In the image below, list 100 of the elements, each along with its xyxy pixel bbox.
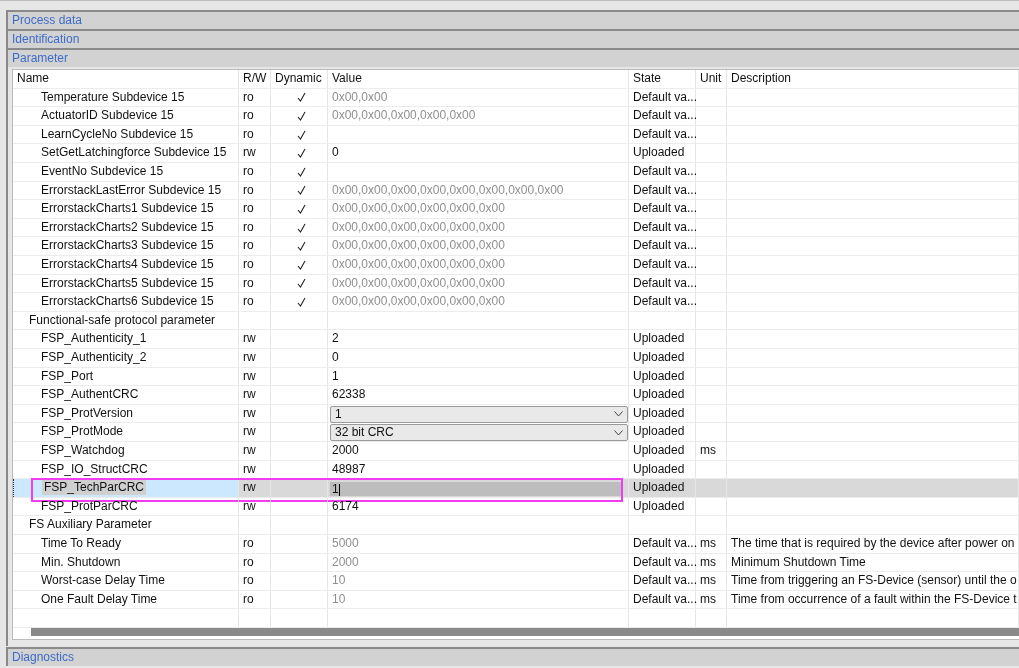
unit-cell: ms [696, 535, 727, 553]
state-cell: Uploaded [629, 423, 696, 443]
value-cell: 6174 [328, 497, 629, 516]
parameter-name: FSP_Watchdog [41, 443, 125, 457]
group-label: Functional-safe protocol parameter [13, 311, 239, 330]
unit-cell: ms [696, 553, 727, 572]
column-header[interactable]: State [629, 70, 696, 88]
column-header[interactable]: Unit [696, 70, 727, 88]
access-cell: rw [239, 144, 271, 162]
state-cell: Default va... [629, 237, 696, 255]
chevron-down-icon [614, 429, 623, 436]
state-cell: Default va... [629, 88, 696, 107]
state-cell: Default va... [629, 572, 696, 590]
parameter-name: ErrorstackCharts2 Subdevice 15 [41, 219, 214, 234]
column-header[interactable]: Name [13, 70, 239, 88]
unit-cell: ms [696, 590, 727, 609]
state-cell: Default va... [629, 255, 696, 274]
parameter-name: FSP_ProtParCRC [41, 498, 138, 513]
state-cell: Default va... [629, 218, 696, 237]
access-cell: rw [239, 367, 271, 386]
value-cell: 0 [328, 348, 629, 367]
access-cell: ro [239, 200, 271, 218]
access-cell: ro [239, 88, 271, 107]
state-cell: Default va... [629, 200, 696, 218]
parameter-name: Temperature Subdevice 15 [41, 89, 185, 104]
parameter-name: FSP_Authenticity_2 [41, 349, 147, 364]
parameter-name: Worst-case Delay Time [41, 573, 165, 588]
state-cell: Uploaded [629, 386, 696, 404]
access-cell: ro [239, 125, 271, 144]
access-cell: rw [239, 442, 271, 460]
value-input-field[interactable]: 1 [330, 482, 622, 497]
value-cell: 48987 [328, 460, 629, 479]
parameter-name: ErrorstackCharts6 Subdevice 15 [41, 294, 214, 309]
parameter-name: Min. Shutdown [41, 554, 121, 569]
access-cell: ro [239, 590, 271, 609]
unit-cell: ms [696, 442, 727, 460]
column-header[interactable]: Dynamic [271, 70, 328, 88]
state-cell: Uploaded [629, 497, 696, 516]
parameter-name: ErrorstackCharts3 Subdevice 15 [41, 238, 214, 253]
description-cell: Time from triggering an FS-Device (sensor) until the o [727, 572, 1019, 590]
access-cell: ro [239, 218, 271, 237]
access-cell: rw [239, 386, 271, 404]
value-cell: 2000 [328, 553, 629, 572]
state-cell: Default va... [629, 553, 696, 572]
value-cell: 0x00,0x00,0x00,0x00,0x00 [328, 107, 629, 125]
state-cell: Default va... [629, 181, 696, 200]
parameter-name: LearnCycleNo Subdevice 15 [41, 126, 194, 141]
state-cell: Default va... [629, 125, 696, 144]
access-cell: rw [239, 497, 271, 516]
parameter-name: Time To Ready [41, 536, 122, 551]
parameter-name: ErrorstackCharts1 Subdevice 15 [41, 201, 214, 216]
value-cell: 1 [328, 367, 629, 386]
value-cell: 10 [328, 590, 629, 609]
state-cell: Uploaded [629, 348, 696, 367]
access-cell: rw [239, 460, 271, 479]
parameter-name: One Fault Delay Time [41, 591, 158, 606]
state-cell: Default va... [629, 162, 696, 181]
unit-cell: ms [696, 572, 727, 590]
access-cell: ro [239, 162, 271, 181]
value-dropdown[interactable]: 32 bit CRC [330, 424, 628, 442]
horizontal-scrollbar[interactable] [31, 628, 1019, 636]
parameter-name: FSP_ProtVersion [41, 405, 134, 420]
access-cell: ro [239, 181, 271, 200]
parameter-name: ErrorstackLastError Subdevice 15 [41, 182, 222, 197]
state-cell: Default va... [629, 293, 696, 311]
value-cell: 5000 [328, 535, 629, 553]
state-cell: Uploaded [629, 404, 696, 424]
parameter-name: FSP_AuthentCRC [41, 387, 139, 402]
parameter-name: EventNo Subdevice 15 [41, 163, 164, 178]
column-header[interactable]: R/W [239, 70, 271, 88]
access-cell: ro [239, 572, 271, 590]
value-cell: 0x00,0x00,0x00,0x00,0x00,0x00 [328, 274, 629, 293]
value-cell: 0x00,0x00 [328, 88, 629, 107]
description-cell: Time from occurrence of a fault within the FS-Device t [727, 590, 1019, 609]
access-cell: rw [239, 404, 271, 424]
access-cell: rw [239, 423, 271, 443]
state-cell: Uploaded [629, 479, 696, 498]
value-cell: 0x00,0x00,0x00,0x00,0x00,0x00 [328, 237, 629, 255]
state-cell: Uploaded [629, 442, 696, 460]
column-header[interactable]: Value [328, 70, 629, 88]
state-cell: Default va... [629, 590, 696, 609]
state-cell: Default va... [629, 107, 696, 125]
access-cell: ro [239, 274, 271, 293]
parameter-name: ErrorstackCharts4 Subdevice 15 [41, 256, 214, 271]
value-dropdown[interactable]: 1 [330, 405, 628, 423]
value-cell: 0x00,0x00,0x00,0x00,0x00,0x00 [328, 255, 629, 274]
access-cell: ro [239, 293, 271, 311]
state-cell: Uploaded [629, 460, 696, 479]
value-cell: 0x00,0x00,0x00,0x00,0x00,0x00,0x00,0x00 [328, 181, 629, 200]
access-cell: ro [239, 237, 271, 255]
parameter-name: ActuatorID Subdevice 15 [41, 108, 174, 123]
value-cell: 2 [328, 330, 629, 348]
access-cell: ro [239, 535, 271, 553]
column-header[interactable]: Description [727, 70, 1019, 88]
state-cell: Default va... [629, 535, 696, 553]
state-cell: Default va... [629, 274, 696, 293]
access-cell: ro [239, 255, 271, 274]
description-cell: Minimum Shutdown Time [727, 553, 1019, 572]
value-cell: 2000 [328, 442, 629, 460]
value-cell: 10 [328, 572, 629, 590]
